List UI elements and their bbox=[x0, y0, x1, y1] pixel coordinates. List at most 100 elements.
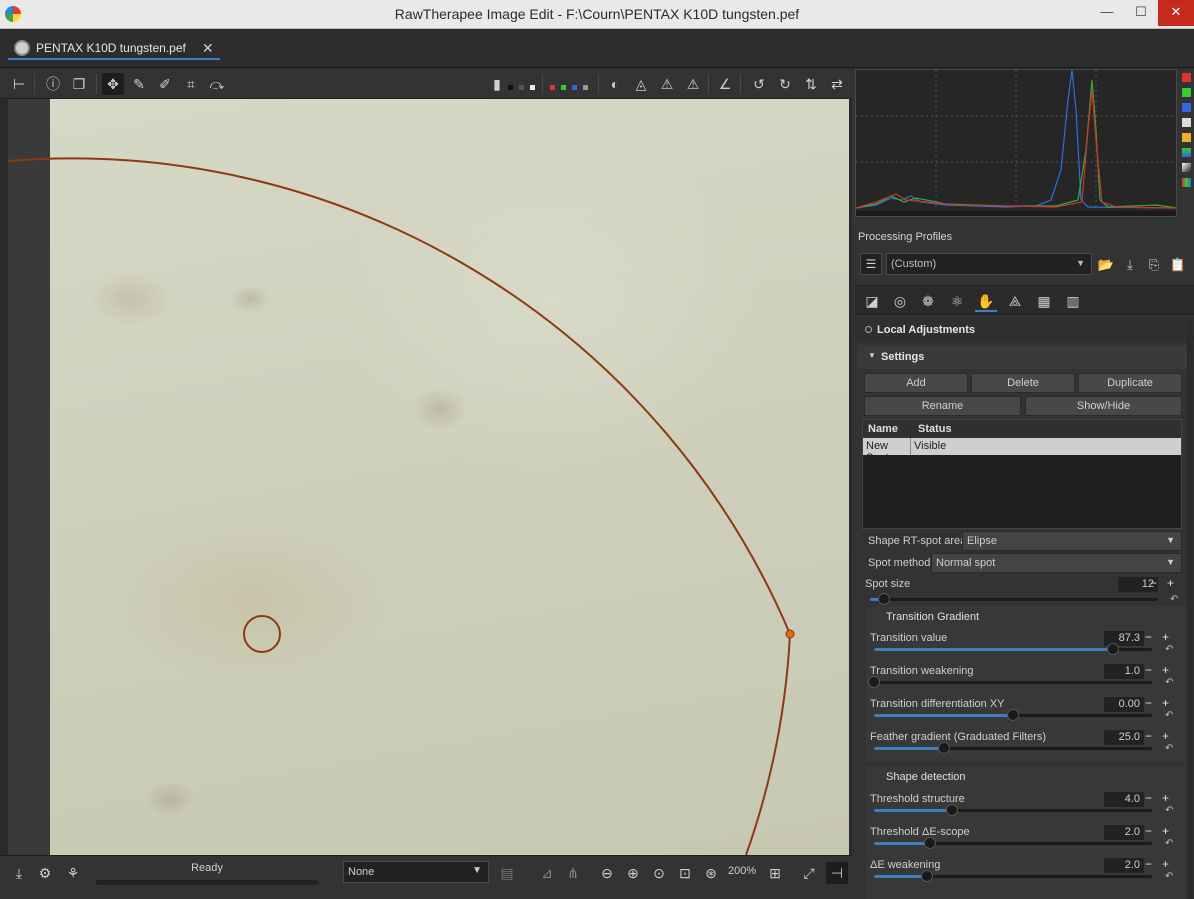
new-detail-window-icon[interactable]: ⊞ bbox=[764, 862, 786, 884]
info-icon[interactable]: ⓘ bbox=[42, 73, 64, 95]
reset-icon[interactable]: ↶ bbox=[1165, 838, 1173, 849]
profile-list-icon[interactable]: ☰ bbox=[860, 253, 882, 275]
image-preview[interactable] bbox=[8, 99, 849, 855]
column-header-name[interactable]: Name bbox=[863, 420, 913, 438]
hand-navigator-icon[interactable]: ⋔ bbox=[562, 862, 584, 884]
focus-mask-icon[interactable]: ◐ bbox=[604, 73, 626, 95]
reset-icon[interactable]: ↶ bbox=[1165, 805, 1173, 816]
document-tab[interactable]: PENTAX K10D tungsten.pef ✕ bbox=[8, 38, 220, 60]
profile-select[interactable]: (Custom) ▼ bbox=[886, 253, 1092, 275]
minus-icon[interactable]: − bbox=[1145, 824, 1152, 838]
slider-track[interactable] bbox=[874, 742, 1152, 754]
hide-right-panel-icon[interactable]: ⊣ bbox=[826, 862, 848, 884]
shape-select[interactable]: Elipse ▼ bbox=[962, 531, 1182, 551]
slider-knob[interactable] bbox=[945, 804, 958, 816]
zoom-fit-crop-icon[interactable]: ⊡ bbox=[674, 862, 696, 884]
slider-track[interactable] bbox=[874, 709, 1152, 721]
highlight-clip-warning-icon[interactable]: ⚠ bbox=[656, 73, 678, 95]
slider-track[interactable] bbox=[868, 676, 1152, 688]
flip-vertical-icon[interactable]: ⇅ bbox=[800, 73, 822, 95]
maximize-button[interactable]: ☐ bbox=[1126, 0, 1156, 26]
reset-icon[interactable]: ↶ bbox=[1170, 594, 1178, 605]
slider-knob[interactable] bbox=[1107, 643, 1120, 655]
zoom-out-icon[interactable]: ⊖ bbox=[596, 862, 618, 884]
detail-tab-icon[interactable]: ◎ bbox=[889, 290, 911, 312]
table-row[interactable]: New Spot Visible bbox=[863, 438, 1181, 464]
hand-tool-icon[interactable]: ✥ bbox=[102, 73, 124, 95]
shadow-clip-icon[interactable]: ◬ bbox=[630, 73, 652, 95]
transform-tab-icon[interactable]: ⟁ bbox=[1004, 290, 1026, 312]
minus-icon[interactable]: − bbox=[1145, 696, 1152, 710]
spot-size-slider[interactable] bbox=[870, 593, 1158, 605]
plus-icon[interactable]: + bbox=[1162, 696, 1169, 710]
rename-spot-button[interactable]: Rename bbox=[864, 396, 1021, 416]
minimize-button[interactable]: — bbox=[1092, 0, 1122, 26]
reset-icon[interactable]: ↶ bbox=[1165, 871, 1173, 882]
spot-center-circle[interactable] bbox=[243, 615, 281, 653]
save-profile-icon[interactable]: ⤓ bbox=[1120, 255, 1140, 275]
enable-toggle-icon[interactable] bbox=[865, 326, 872, 333]
open-profile-icon[interactable]: 📂 bbox=[1096, 255, 1116, 275]
copy-profile-icon[interactable]: ⎘ bbox=[1144, 255, 1164, 275]
settings-header[interactable]: ▼ Settings bbox=[858, 345, 1191, 369]
white-swatch-icon[interactable] bbox=[530, 85, 535, 90]
panel-scrollbar[interactable] bbox=[1187, 321, 1193, 899]
raw-tab-icon[interactable]: ▦ bbox=[1033, 290, 1055, 312]
spot-method-select[interactable]: Normal spot ▼ bbox=[931, 553, 1182, 573]
slider-value[interactable]: 4.0 bbox=[1104, 792, 1144, 807]
slider-knob[interactable] bbox=[878, 593, 891, 605]
exposure-tab-icon[interactable]: ◪ bbox=[861, 290, 883, 312]
minus-icon[interactable]: − bbox=[1145, 857, 1152, 871]
slider-knob[interactable] bbox=[923, 837, 936, 849]
rotate-right-icon[interactable]: ↻ bbox=[774, 73, 796, 95]
histo-chroma-toggle-icon[interactable] bbox=[1182, 133, 1191, 142]
red-channel-icon[interactable] bbox=[550, 85, 555, 90]
white-balance-picker-icon[interactable]: ✎ bbox=[128, 73, 150, 95]
minus-icon[interactable]: − bbox=[1145, 630, 1152, 644]
color-tab-icon[interactable]: ❁ bbox=[917, 290, 939, 312]
snapshot-select[interactable]: None ▼ bbox=[343, 861, 489, 883]
lock-ratio-icon[interactable]: ∠ bbox=[714, 73, 736, 95]
save-icon[interactable]: ⤓ bbox=[8, 862, 30, 884]
histo-blue-toggle-icon[interactable] bbox=[1182, 103, 1191, 112]
duplicate-spot-button[interactable]: Duplicate bbox=[1078, 373, 1182, 393]
plus-icon[interactable]: + bbox=[1167, 576, 1174, 590]
reset-icon[interactable]: ↶ bbox=[1165, 710, 1173, 721]
local-adjustments-header[interactable]: Local Adjustments bbox=[855, 319, 1194, 341]
slider-track[interactable] bbox=[874, 804, 1152, 816]
paste-profile-icon[interactable]: 📋 bbox=[1168, 255, 1188, 275]
spot-ellipse-outline[interactable] bbox=[8, 157, 791, 635]
black-swatch-icon[interactable] bbox=[508, 85, 513, 90]
zoom-100-icon[interactable]: ⊛ bbox=[700, 862, 722, 884]
background-color-icon[interactable]: ▮ bbox=[492, 73, 502, 95]
minus-icon[interactable]: − bbox=[1145, 663, 1152, 677]
slider-value[interactable]: 2.0 bbox=[1104, 858, 1144, 873]
advanced-tab-icon[interactable]: ⚛ bbox=[946, 290, 968, 312]
minus-icon[interactable]: − bbox=[1150, 576, 1157, 590]
plus-icon[interactable]: + bbox=[1162, 824, 1169, 838]
slider-knob[interactable] bbox=[1007, 709, 1019, 721]
slider-track[interactable] bbox=[874, 837, 1152, 849]
spot-ellipse-outline-lower[interactable] bbox=[745, 633, 791, 855]
before-after-icon[interactable]: ❐ bbox=[68, 73, 90, 95]
plus-icon[interactable]: + bbox=[1162, 663, 1169, 677]
straighten-icon[interactable]: ⤼ bbox=[206, 73, 228, 95]
slider-track[interactable] bbox=[874, 870, 1152, 882]
minus-icon[interactable]: − bbox=[1145, 791, 1152, 805]
queue-icon[interactable]: ⚙ bbox=[34, 862, 56, 884]
zoom-in-icon[interactable]: ⊕ bbox=[622, 862, 644, 884]
minus-icon[interactable]: − bbox=[1145, 729, 1152, 743]
external-editor-icon[interactable]: ⚘ bbox=[62, 862, 84, 884]
rotate-left-icon[interactable]: ↺ bbox=[748, 73, 770, 95]
tab-close-icon[interactable]: ✕ bbox=[202, 40, 214, 57]
green-channel-icon[interactable] bbox=[561, 85, 566, 90]
slider-value[interactable]: 0.00 bbox=[1104, 697, 1144, 712]
histo-bar-toggle-icon[interactable] bbox=[1182, 163, 1191, 172]
slider-knob[interactable] bbox=[868, 676, 880, 688]
reset-icon[interactable]: ↶ bbox=[1165, 743, 1173, 754]
slider-knob[interactable] bbox=[920, 870, 933, 882]
histo-red-toggle-icon[interactable] bbox=[1182, 73, 1191, 82]
plus-icon[interactable]: + bbox=[1162, 857, 1169, 871]
navigator-icon[interactable]: ⊿ bbox=[536, 862, 558, 884]
zoom-fit-icon[interactable]: ⊙ bbox=[648, 862, 670, 884]
